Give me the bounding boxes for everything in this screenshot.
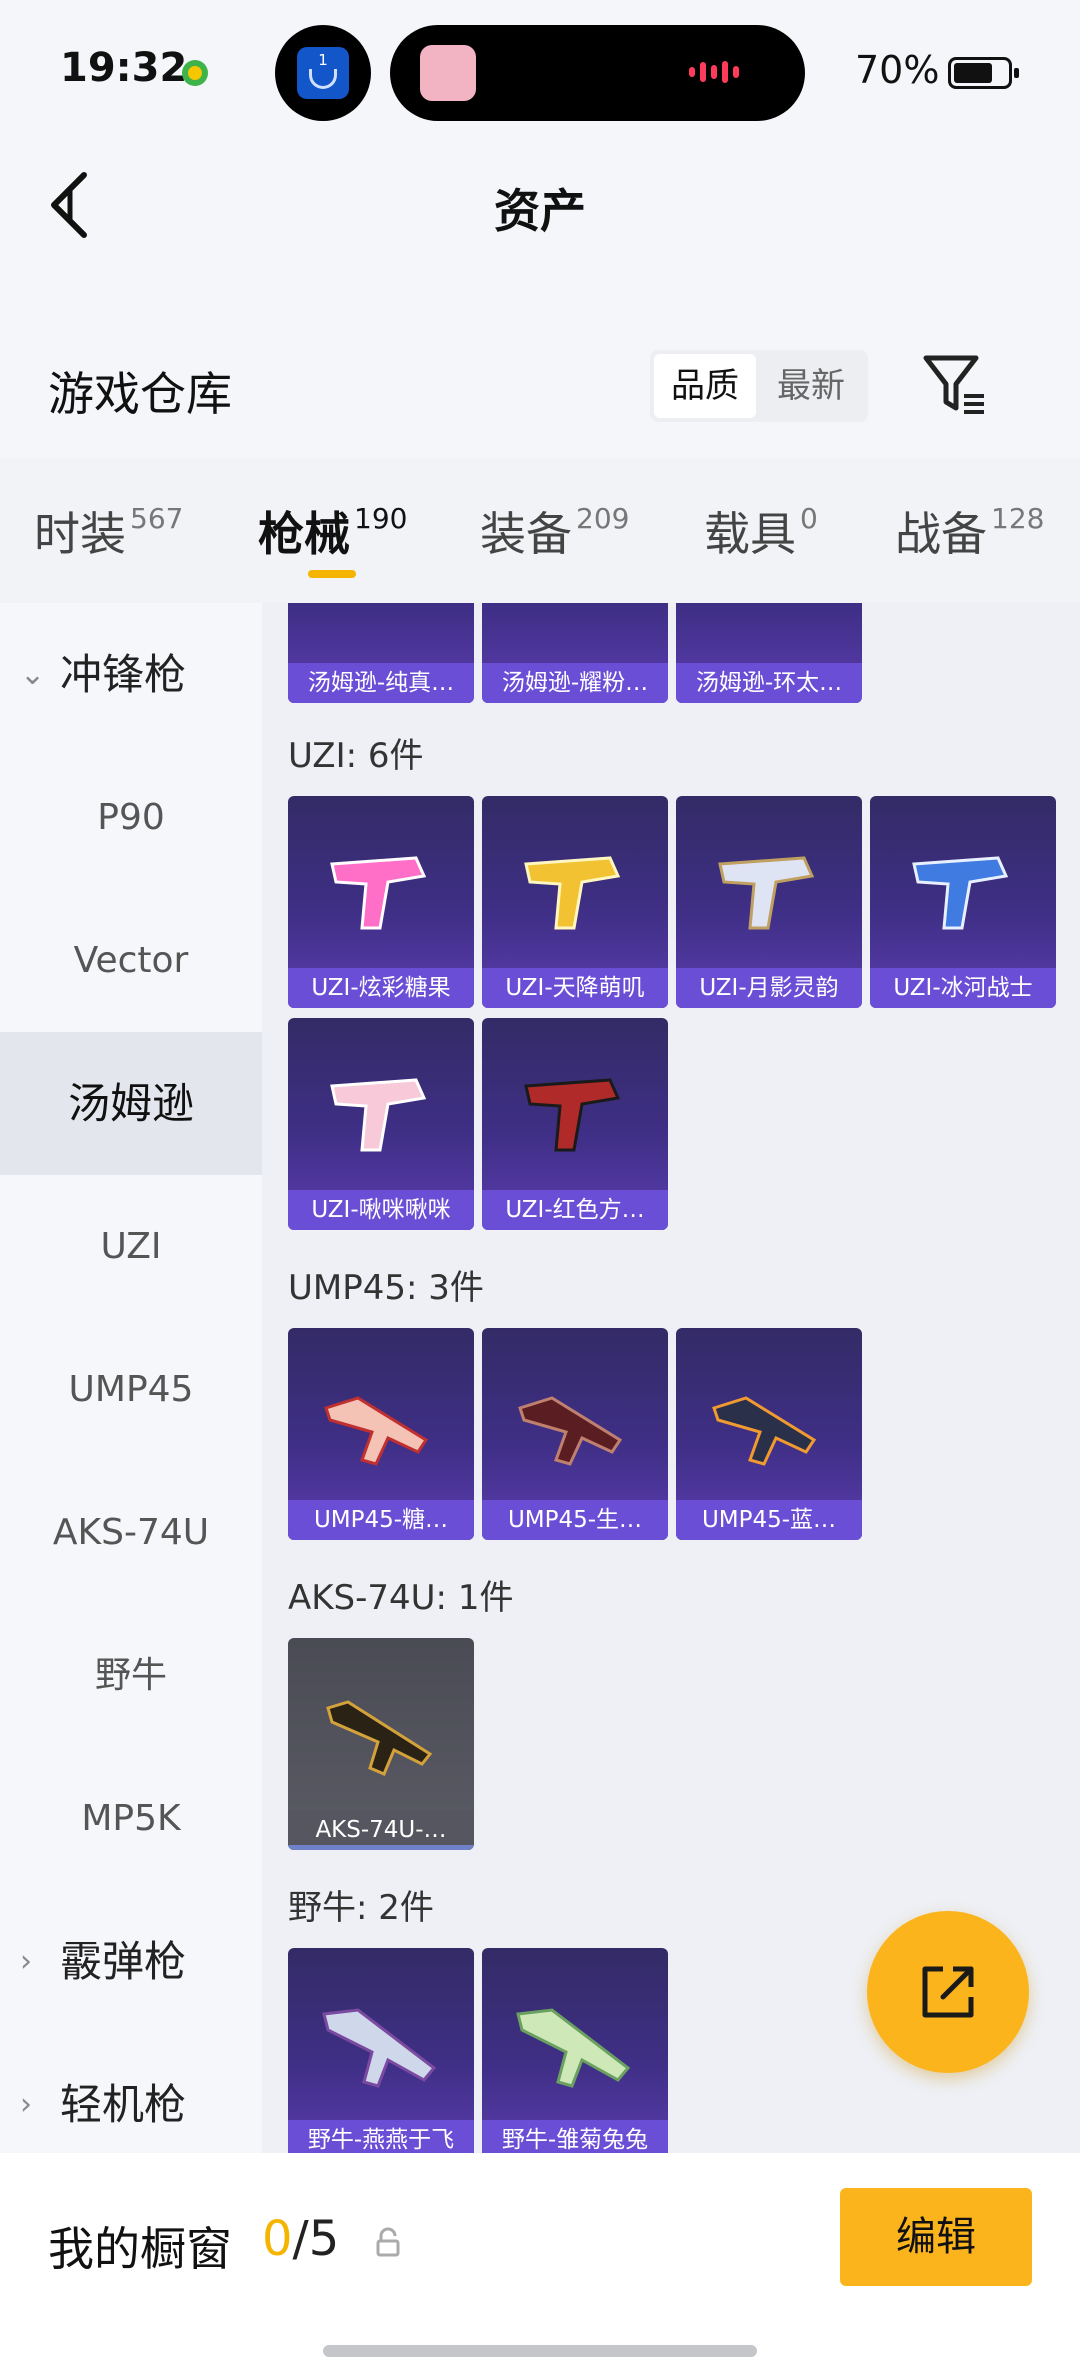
uzi-skin-icon [524,1078,621,1152]
sidebar-item-thompson[interactable]: 汤姆逊 [0,1032,262,1175]
skin-card-label: UMP45-糖… [288,1500,474,1540]
uzi-skin-icon [330,856,427,930]
skin-card-label: UZI-炫彩糖果 [288,968,474,1008]
chevron-down-icon: ⌄ [20,657,46,692]
sidebar-item-bizon[interactable]: 野牛 [0,1604,262,1747]
skin-card[interactable]: UZI-啾咪啾咪 [288,1018,474,1230]
sort-quality-button[interactable]: 品质 [654,354,756,418]
skin-card[interactable]: 野牛-雏菊兔兔 [482,1948,668,2153]
sort-latest-button[interactable]: 最新 [760,354,862,418]
skin-card[interactable]: AKS-74U-… [288,1638,474,1850]
skin-card[interactable]: UZI-炫彩糖果 [288,796,474,1008]
tab-vehicles[interactable]: 载具 0 [704,498,818,564]
sidebar-item-ump45[interactable]: UMP45 [0,1318,262,1461]
tab-supplies[interactable]: 战备 128 [895,498,1044,564]
sidebar-item-aks74u[interactable]: AKS-74U [0,1461,262,1604]
uzi-skin-icon [718,856,815,930]
showcase-count: 0/5 [262,2211,340,2267]
home-indicator[interactable] [323,2345,757,2357]
uzi-skin-icon [912,856,1009,930]
skin-card[interactable]: 野牛-燕燕于飞 [288,1948,474,2153]
live-activity-icon[interactable]: 1 [275,25,371,121]
aks74u-skin-icon [326,1700,433,1776]
uzi-skin-icon [330,1078,427,1152]
battery-percent: 70% [855,48,940,92]
warehouse-title: 游戏仓库 [48,367,232,421]
skin-card-label: UZI-冰河战士 [870,968,1056,1008]
bizon-skin-icon [322,2008,437,2088]
skin-card-label: UMP45-蓝… [676,1500,862,1540]
chevron-right-icon: › [20,1944,32,1979]
uzi-skin-icon [524,856,621,930]
skin-card[interactable]: UZI-红色方… [482,1018,668,1230]
weapon-type-sidebar: ⌄ 冲锋枪 P90 Vector 汤姆逊 UZI UMP45 AKS-74U 野牛… [0,603,262,2153]
skin-card[interactable]: UZI-月影灵韵 [676,796,862,1008]
bizon-skin-icon [516,2008,631,2088]
sidebar-group-shotgun[interactable]: › 霰弹枪 [0,1890,262,2033]
lock-icon [376,2227,400,2257]
showcase-label: 我的橱窗 [48,2222,232,2276]
sort-toggle: 品质 最新 [650,350,868,422]
battery-icon [948,57,1019,89]
tab-equipment[interactable]: 装备 209 [480,498,629,564]
skin-card[interactable]: 汤姆逊-环太… [676,603,862,703]
skin-card-label: 野牛-燕燕于飞 [288,2120,474,2153]
notification-app-icon [182,60,208,86]
skin-card[interactable]: 汤姆逊-纯真… [288,603,474,703]
active-tab-indicator [308,570,356,578]
bottom-bar: 我的橱窗 0/5 编辑 [0,2153,1080,2376]
filter-icon[interactable] [920,350,990,420]
status-bar: 19:32 1 70% [0,0,1080,140]
page-title: 资产 [494,184,586,238]
skin-card[interactable]: UMP45-蓝… [676,1328,862,1540]
skin-card-label: UZI-红色方… [482,1190,668,1230]
tab-fashion[interactable]: 时装 567 [34,498,183,564]
sidebar-item-mp5k[interactable]: MP5K [0,1747,262,1890]
sidebar-group-smg[interactable]: ⌄ 冲锋枪 [0,603,262,746]
media-thumbnail-icon [420,45,476,101]
skin-card-label: 野牛-雏菊兔兔 [482,2120,668,2153]
section-title-aks74u: AKS-74U: 1件 [288,1578,514,1618]
skin-card-label: 汤姆逊-纯真… [288,663,474,703]
sidebar-item-vector[interactable]: Vector [0,889,262,1032]
ump45-skin-icon [712,1396,817,1466]
sidebar-item-p90[interactable]: P90 [0,746,262,889]
tab-firearms[interactable]: 枪械 190 [258,498,407,564]
skin-card[interactable]: UZI-冰河战士 [870,796,1056,1008]
skin-card-label: UMP45-生… [482,1500,668,1540]
skin-card[interactable]: UMP45-糖… [288,1328,474,1540]
skin-card-label: 汤姆逊-环太… [676,663,862,703]
ump45-skin-icon [518,1396,623,1466]
section-title-ump45: UMP45: 3件 [288,1268,484,1308]
edit-button[interactable]: 编辑 [840,2188,1032,2286]
section-title-uzi: UZI: 6件 [288,736,424,776]
skin-card-label: UZI-天降萌叽 [482,968,668,1008]
clock: 19:32 [60,45,188,91]
skin-card-label: AKS-74U-… [288,1810,474,1850]
skin-card-label: UZI-月影灵韵 [676,968,862,1008]
live-activity-badge: 1 [318,51,328,69]
sidebar-item-uzi[interactable]: UZI [0,1175,262,1318]
share-button[interactable] [867,1911,1029,2073]
skin-card[interactable]: UMP45-生… [482,1328,668,1540]
skin-card[interactable]: UZI-天降萌叽 [482,796,668,1008]
dynamic-island-media[interactable] [390,25,805,121]
skin-card-label: UZI-啾咪啾咪 [288,1190,474,1230]
ump45-skin-icon [324,1396,429,1466]
section-title-bizon: 野牛: 2件 [288,1888,434,1928]
audio-wave-icon [689,61,755,85]
category-tabs: 时装 567 枪械 190 装备 209 载具 0 战备 128 [0,458,1080,603]
skin-card-label: 汤姆逊-耀粉… [482,663,668,703]
share-icon [922,1966,974,2018]
skin-card[interactable]: 汤姆逊-耀粉… [482,603,668,703]
